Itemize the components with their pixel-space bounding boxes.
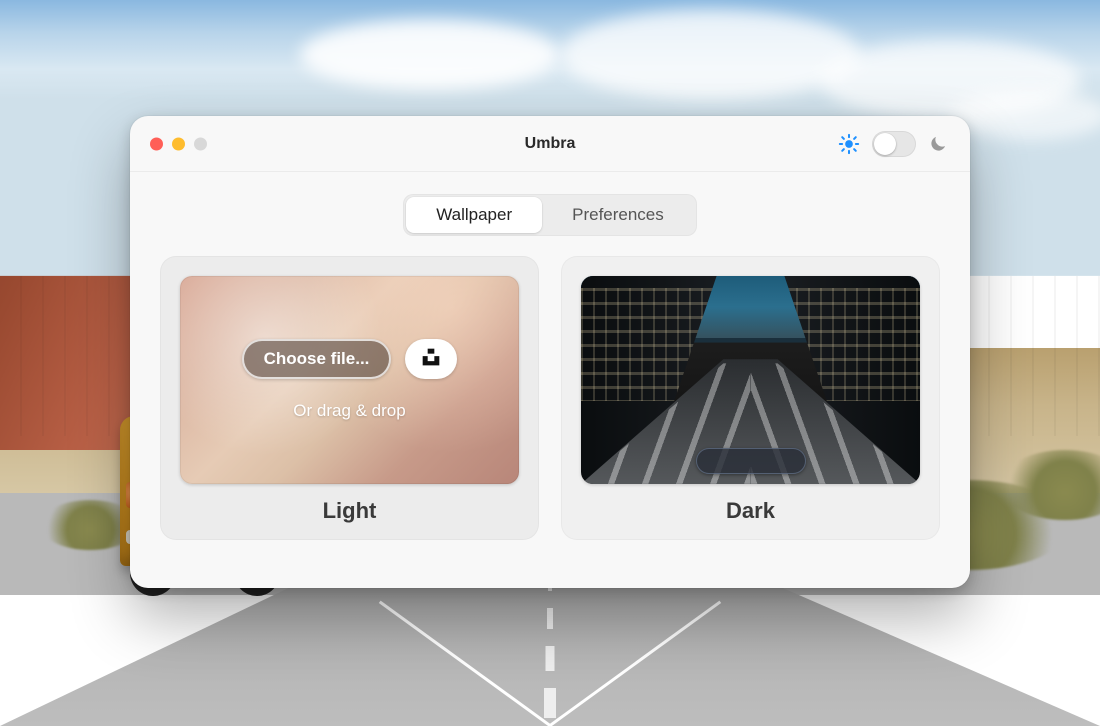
- unsplash-button[interactable]: [405, 339, 457, 379]
- panel-dark: Dark: [561, 256, 940, 540]
- drag-drop-label: Or drag & drop: [293, 401, 405, 421]
- sun-icon: [838, 133, 860, 155]
- choose-file-button[interactable]: Choose file...: [242, 339, 392, 379]
- light-preview-dropzone[interactable]: Choose file... Or drag & drop: [180, 276, 519, 484]
- panel-light-label: Light: [323, 498, 377, 524]
- window-title: Umbra: [525, 135, 576, 153]
- traffic-lights: [150, 137, 207, 150]
- choose-file-label: Choose file...: [264, 349, 370, 368]
- window-minimize-button[interactable]: [172, 137, 185, 150]
- moon-icon: [928, 134, 948, 154]
- titlebar: Umbra: [130, 116, 970, 172]
- tab-preferences-label: Preferences: [572, 205, 664, 224]
- dark-preview-pill: [696, 448, 806, 474]
- appearance-toggle[interactable]: [872, 131, 916, 157]
- tab-wallpaper-label: Wallpaper: [436, 205, 512, 224]
- tab-wallpaper[interactable]: Wallpaper: [406, 197, 542, 233]
- panel-light: Choose file... Or drag & drop Light: [160, 256, 539, 540]
- tab-bar: Wallpaper Preferences: [130, 172, 970, 256]
- app-window: Umbra: [130, 116, 970, 588]
- window-maximize-button[interactable]: [194, 137, 207, 150]
- unsplash-icon: [421, 347, 441, 372]
- dark-preview[interactable]: [581, 276, 920, 484]
- tab-preferences[interactable]: Preferences: [542, 197, 694, 233]
- window-close-button[interactable]: [150, 137, 163, 150]
- panel-dark-label: Dark: [726, 498, 775, 524]
